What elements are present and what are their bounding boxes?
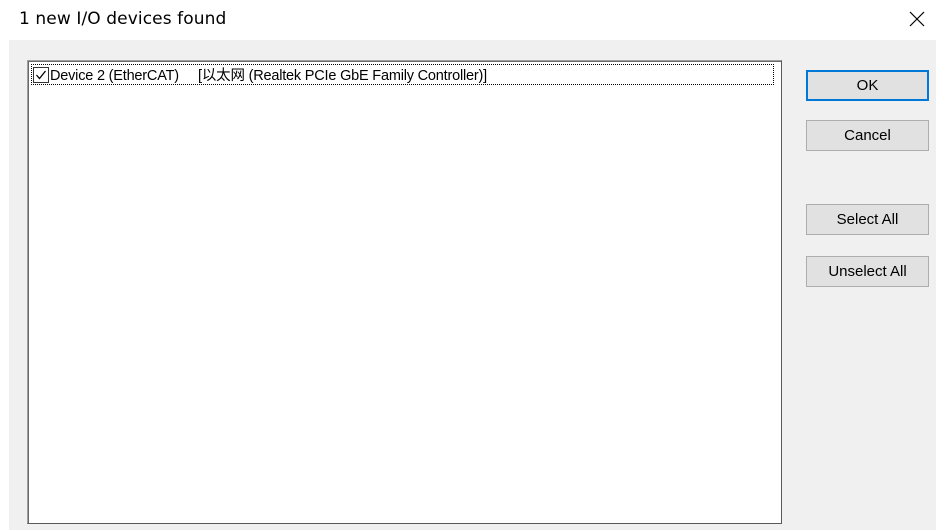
list-item[interactable]: Device 2 (EtherCAT) [以太网 (Realtek PCIe G… (31, 64, 774, 85)
device-label: Device 2 (EtherCAT) [以太网 (Realtek PCIe G… (50, 68, 487, 84)
checkmark-icon (36, 70, 47, 80)
title-bar: 1 new I/O devices found (0, 0, 936, 40)
dialog-title: 1 new I/O devices found (19, 9, 227, 29)
close-icon (909, 11, 925, 27)
device-list[interactable]: Device 2 (EtherCAT) [以太网 (Realtek PCIe G… (27, 60, 782, 524)
unselect-all-button[interactable]: Unselect All (806, 256, 929, 287)
device-checkbox[interactable] (33, 66, 49, 83)
ok-button[interactable]: OK (806, 70, 929, 101)
devices-found-dialog: 1 new I/O devices found Device 2 (EtherC… (0, 0, 936, 530)
select-all-button[interactable]: Select All (806, 204, 929, 235)
close-button[interactable] (900, 2, 934, 36)
cancel-button[interactable]: Cancel (806, 120, 929, 151)
dialog-client-area: Device 2 (EtherCAT) [以太网 (Realtek PCIe G… (9, 40, 936, 530)
